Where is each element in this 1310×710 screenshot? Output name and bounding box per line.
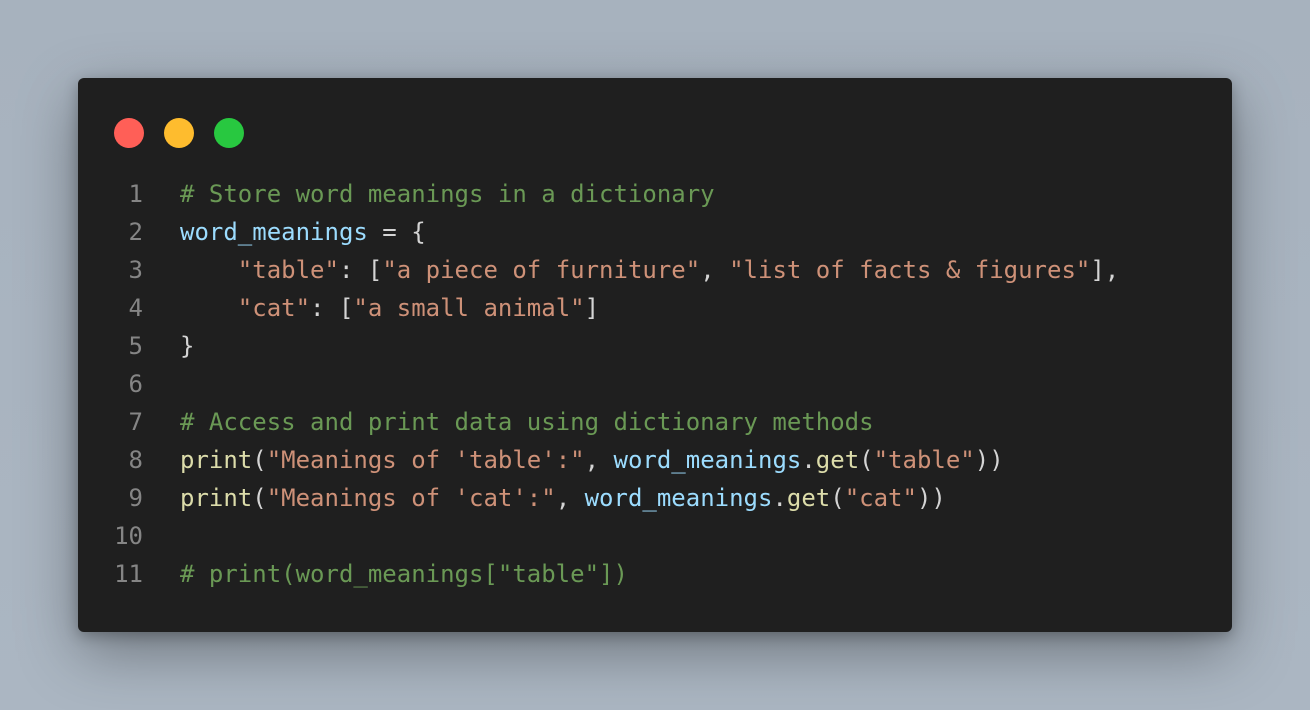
line-number: 11: [114, 560, 143, 588]
line-number: 9: [128, 484, 143, 512]
line-number: 6: [128, 370, 143, 398]
code-text: }: [143, 327, 194, 365]
code-token: ,: [584, 446, 614, 474]
line-number: 5: [128, 332, 143, 360]
line-number: 10: [114, 522, 143, 550]
code-token: word_meanings: [613, 446, 802, 474]
code-text: "cat": ["a small animal"]: [143, 289, 599, 327]
code-token: (: [252, 446, 267, 474]
code-token: (: [859, 446, 874, 474]
code-token: "cat": [237, 294, 311, 322]
code-line: 5}: [78, 327, 1119, 365]
code-line: 3 "table": ["a piece of furniture", "lis…: [78, 251, 1120, 289]
code-token: ],: [1090, 256, 1120, 284]
code-token: )): [916, 484, 946, 512]
code-text: print("Meanings of 'cat':", word_meaning…: [143, 479, 946, 517]
window-controls: [114, 118, 244, 148]
maximize-dot-icon[interactable]: [214, 118, 244, 148]
line-number: 4: [128, 294, 143, 322]
code-token: }: [180, 332, 195, 360]
code-token: "Meanings of 'table':": [266, 446, 585, 474]
code-line: 10: [78, 517, 1119, 555]
code-token: "table": [873, 446, 975, 474]
code-token: )): [974, 446, 1004, 474]
code-token: # Access and print data using dictionary…: [180, 408, 874, 436]
code-line: 1 # Store word meanings in a dictionary: [78, 175, 1119, 213]
code-token: "cat": [844, 484, 917, 512]
code-token: (: [830, 484, 845, 512]
code-token: word_meanings: [584, 484, 773, 512]
line-number: 7: [128, 408, 143, 436]
code-text: "table": ["a piece of furniture", "list …: [143, 251, 1119, 289]
code-token: print: [180, 446, 253, 474]
code-token: "a small animal": [353, 294, 585, 322]
code-token: = {: [367, 218, 426, 246]
code-token: "a piece of furniture": [382, 256, 701, 284]
code-line: 4 "cat": ["a small animal"]: [78, 289, 1119, 327]
code-token: # Store word meanings in a dictionary: [180, 180, 715, 208]
code-token: word_meanings: [180, 218, 368, 246]
code-line: 2 word_meanings = {: [78, 213, 1119, 251]
code-text: # Store word meanings in a dictionary: [143, 175, 715, 213]
code-token: : [: [338, 256, 383, 284]
code-token: (: [252, 484, 267, 512]
code-token: ,: [700, 256, 730, 284]
code-text: # print(word_meanings["table"]): [143, 555, 628, 593]
code-text: # Access and print data using dictionary…: [143, 403, 874, 441]
code-token: : [: [310, 294, 354, 322]
code-token: "list of facts & figures": [729, 256, 1091, 284]
minimize-dot-icon[interactable]: [164, 118, 194, 148]
line-number: 8: [128, 446, 143, 474]
code-token: .: [772, 484, 787, 512]
code-token: "Meanings of 'cat':": [266, 484, 556, 512]
code-text: word_meanings = {: [143, 213, 426, 251]
code-token: ]: [584, 294, 600, 322]
code-token: # print(word_meanings["table"]): [180, 560, 628, 588]
code-line: 9 print("Meanings of 'cat':", word_meanin…: [78, 479, 1119, 517]
code-token: .: [801, 446, 816, 474]
line-number: 2: [128, 218, 143, 246]
code-token: get: [815, 446, 860, 474]
code-editor: 1 # Store word meanings in a dictionary 2 w…: [78, 175, 1119, 593]
code-window: 1 # Store word meanings in a dictionary 2 w…: [78, 78, 1232, 632]
code-line: 11 # print(word_meanings["table"]): [78, 555, 1119, 593]
code-token: get: [786, 484, 831, 512]
code-token: print: [180, 484, 253, 512]
code-line: 8 print("Meanings of 'table':", word_mean…: [78, 441, 1119, 479]
code-token: "table": [237, 256, 339, 284]
code-line: 7 # Access and print data using dictionar…: [78, 403, 1119, 441]
code-token: ,: [555, 484, 585, 512]
code-text: print("Meanings of 'table':", word_meani…: [143, 441, 1004, 479]
line-number: 3: [128, 256, 143, 284]
close-dot-icon[interactable]: [114, 118, 144, 148]
code-line: 6: [78, 365, 1119, 403]
line-number: 1: [128, 180, 143, 208]
